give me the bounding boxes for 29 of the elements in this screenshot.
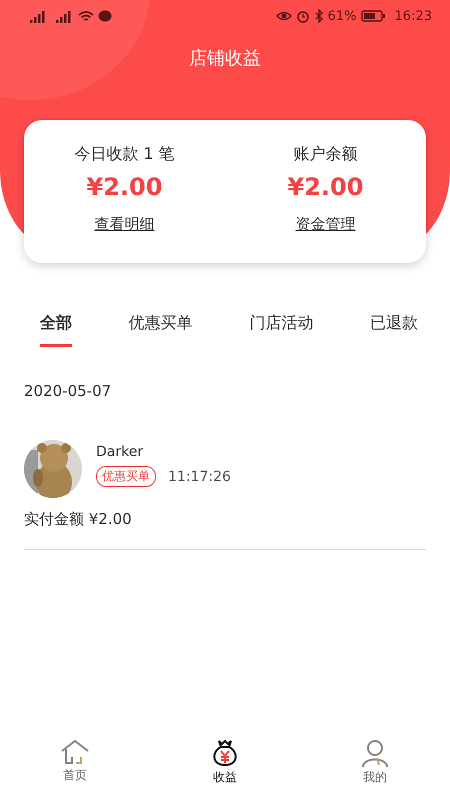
battery-percent: 61% bbox=[328, 8, 357, 24]
filter-tab[interactable]: 全部 bbox=[40, 313, 72, 347]
summary-label: 今日收款 1 笔 bbox=[74, 144, 175, 165]
alarm-icon bbox=[296, 9, 310, 23]
nav-tab[interactable]: 首页 bbox=[35, 738, 115, 800]
summary-label: 账户余额 bbox=[294, 144, 358, 165]
filter-tab[interactable]: 优惠买单 bbox=[128, 313, 193, 347]
home-icon bbox=[60, 739, 90, 765]
summary-link[interactable]: 资金管理 bbox=[296, 215, 356, 234]
summary-amount: ¥2.00 bbox=[86, 173, 162, 201]
nav-tab[interactable]: 收益 bbox=[185, 738, 265, 800]
customer-name: Darker bbox=[96, 444, 144, 460]
date-heading: 2020-05-07 bbox=[23, 381, 112, 400]
summary-amount: ¥2.00 bbox=[288, 173, 364, 201]
order-tag: 优惠买单 bbox=[96, 466, 156, 487]
filter-tab[interactable]: 门店活动 bbox=[249, 313, 314, 347]
user-icon bbox=[360, 739, 390, 767]
filter-tab[interactable]: 已退款 bbox=[370, 313, 418, 347]
page-title: 店铺收益 bbox=[189, 47, 261, 70]
nav-tab[interactable]: 我的 bbox=[335, 738, 415, 800]
paid-amount: 实付金额 ¥2.00 bbox=[24, 510, 133, 529]
battery-icon bbox=[360, 10, 385, 22]
chat-icon bbox=[98, 10, 112, 22]
summary-link[interactable]: 查看明细 bbox=[94, 215, 154, 234]
order-time: 11:17:26 bbox=[168, 468, 231, 484]
bluetooth-icon bbox=[314, 9, 324, 23]
clock-time: 16:23 bbox=[394, 8, 432, 24]
eye-icon bbox=[276, 10, 292, 22]
wifi-icon bbox=[78, 10, 94, 22]
